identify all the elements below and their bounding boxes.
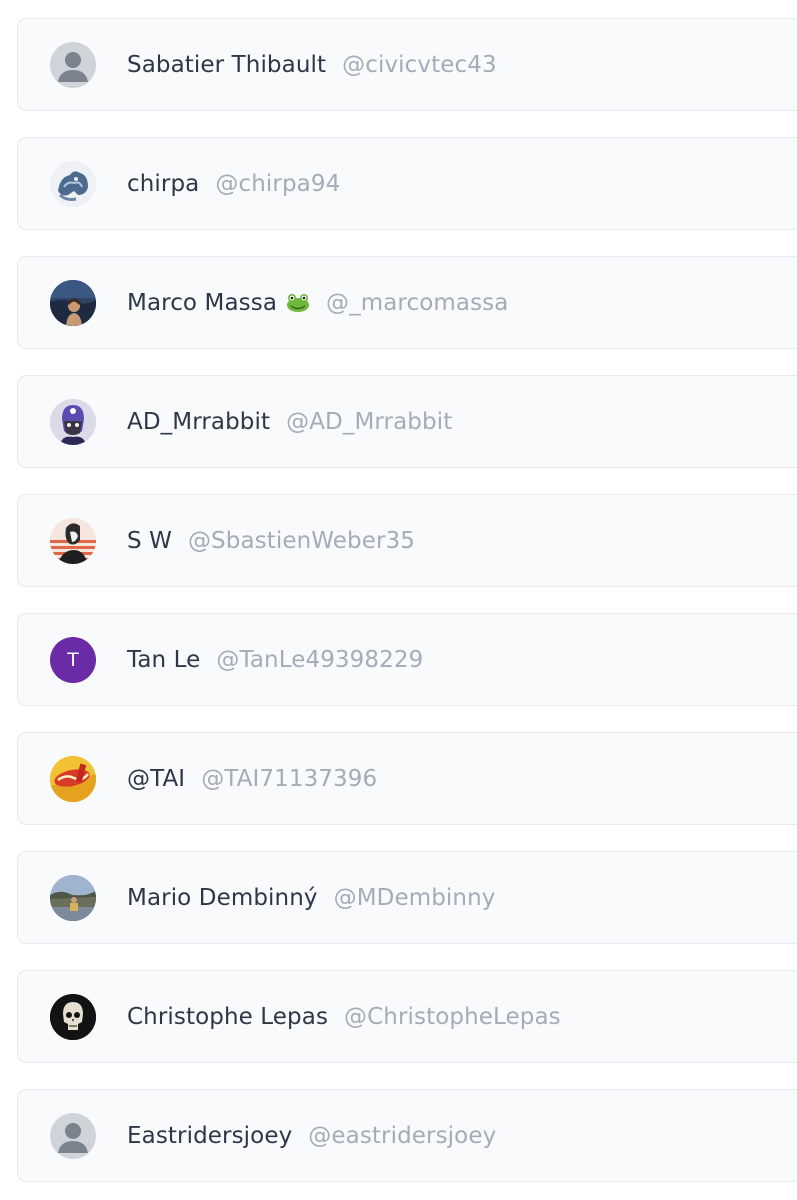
user-handle[interactable]: @AD_Mrrabbit [286,409,452,435]
user-row[interactable]: @TAI @TAI71137396 [17,732,797,825]
avatar [50,41,96,88]
avatar-letter: T [67,648,79,671]
avatar: T [50,636,96,683]
user-handle[interactable]: @SbastienWeber35 [188,528,415,554]
user-name: Tan Le [127,646,201,673]
avatar [50,874,96,921]
avatar [50,398,96,445]
photo-avatar-icon [50,398,96,445]
user-row[interactable]: Marco Massa @_marcomassa [17,256,797,349]
avatar [50,517,96,564]
user-row[interactable]: chirpa @chirpa94 [17,137,797,230]
user-list: Sabatier Thibault @civicvtec43 chirpa @c… [0,0,797,1200]
user-name: Marco Massa [127,289,278,316]
avatar [50,160,96,207]
user-handle[interactable]: @civicvtec43 [342,52,497,78]
photo-avatar-icon [50,160,96,207]
user-handle[interactable]: @TanLe49398229 [216,647,423,673]
user-name: Sabatier Thibault [127,51,327,78]
default-user-icon [58,51,88,82]
user-name: Eastridersjoey [127,1122,293,1149]
user-handle[interactable]: @ChristopheLepas [344,1004,561,1030]
user-handle[interactable]: @TAI71137396 [201,766,377,792]
photo-avatar-icon [50,755,96,802]
user-row[interactable]: Christophe Lepas @ChristopheLepas [17,970,797,1063]
user-name: Mario Dembinný [127,884,318,911]
user-row[interactable]: Mario Dembinný @MDembinny [17,851,797,944]
avatar [50,279,96,326]
user-name: chirpa [127,170,200,197]
user-row[interactable]: S W @SbastienWeber35 [17,494,797,587]
default-user-icon [58,1122,88,1153]
user-name: AD_Mrrabbit [127,408,271,435]
user-row[interactable]: Sabatier Thibault @civicvtec43 [17,18,797,111]
user-name: @TAI [127,765,186,792]
user-name: S W [127,527,172,554]
user-handle[interactable]: @MDembinny [334,885,496,911]
user-handle[interactable]: @_marcomassa [326,290,508,316]
user-handle[interactable]: @eastridersjoey [308,1123,496,1149]
user-name: Christophe Lepas [127,1003,329,1030]
photo-avatar-icon [50,279,96,326]
user-row[interactable]: Eastridersjoey @eastridersjoey [17,1089,797,1182]
photo-avatar-icon [50,993,96,1040]
user-row[interactable]: T Tan Le @TanLe49398229 [17,613,797,706]
photo-avatar-icon [50,874,96,921]
user-handle[interactable]: @chirpa94 [215,171,340,197]
avatar [50,993,96,1040]
avatar [50,1112,96,1159]
user-row[interactable]: AD_Mrrabbit @AD_Mrrabbit [17,375,797,468]
avatar [50,755,96,802]
photo-avatar-icon [50,517,96,564]
frog-emoji-icon [286,293,310,313]
